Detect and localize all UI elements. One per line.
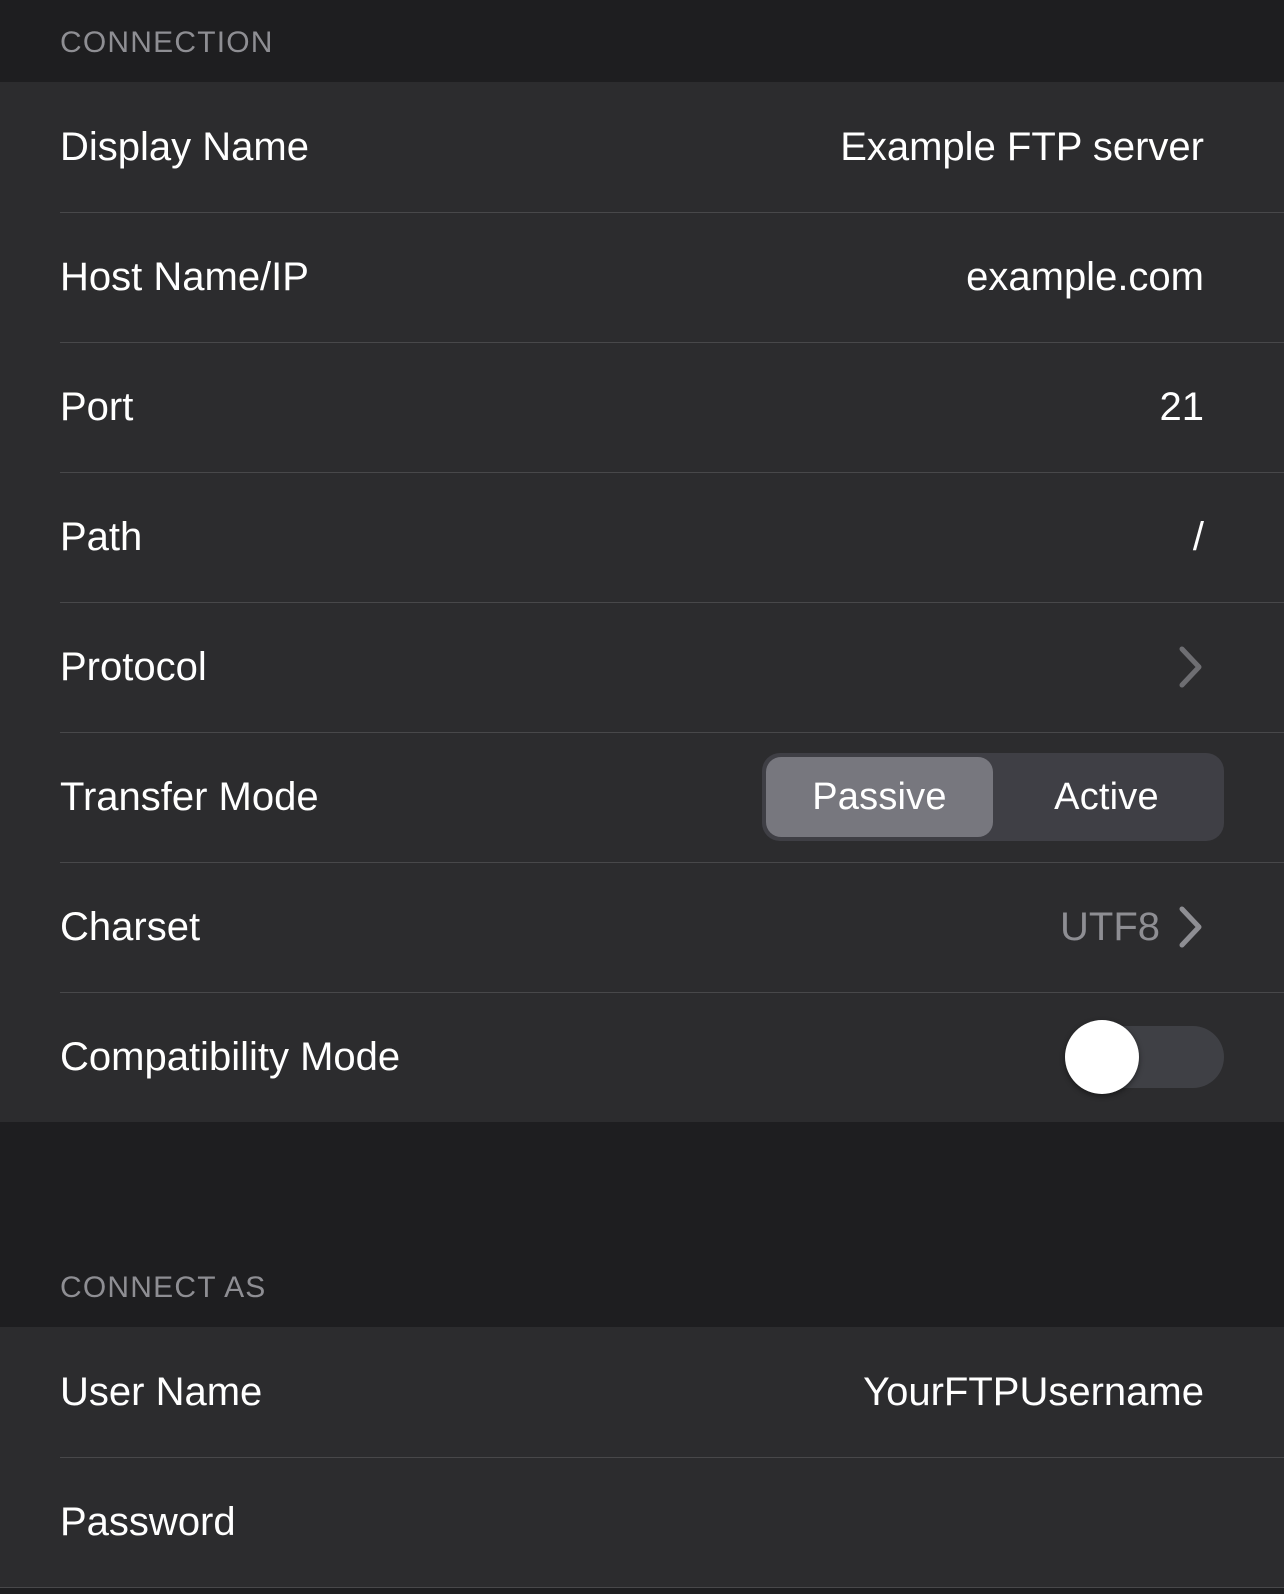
- value-host-name[interactable]: example.com: [966, 257, 1204, 297]
- value-user-name[interactable]: YourFTPUsername: [863, 1372, 1204, 1412]
- connect-as-group: User Name YourFTPUsername Password: [0, 1327, 1284, 1588]
- row-right-compatibility-mode: [1065, 1020, 1224, 1094]
- row-right-charset: UTF8: [1060, 905, 1204, 949]
- row-label-path: Path: [60, 515, 143, 559]
- row-password[interactable]: Password: [0, 1457, 1284, 1587]
- row-right-port: 21: [1160, 387, 1205, 427]
- row-right-display-name: Example FTP server: [840, 127, 1204, 167]
- section-header-connection: CONNECTION: [0, 0, 1284, 82]
- value-display-name[interactable]: Example FTP server: [840, 127, 1204, 167]
- row-label-compatibility-mode: Compatibility Mode: [60, 1035, 401, 1079]
- row-label-user-name: User Name: [60, 1370, 263, 1414]
- row-right-user-name: YourFTPUsername: [863, 1372, 1204, 1412]
- section-header-connect-as: CONNECT AS: [0, 1122, 1284, 1327]
- row-label-password: Password: [60, 1500, 236, 1544]
- row-compatibility-mode[interactable]: Compatibility Mode: [0, 992, 1284, 1122]
- value-port[interactable]: 21: [1160, 387, 1205, 427]
- chevron-right-icon: [1179, 906, 1202, 948]
- chevron-right-icon: [1179, 646, 1202, 688]
- row-path[interactable]: Path /: [0, 472, 1284, 602]
- value-path[interactable]: /: [1193, 517, 1204, 557]
- section-header-label: CONNECT AS: [60, 1271, 267, 1304]
- settings-screen: CONNECTION Display Name Example FTP serv…: [0, 0, 1284, 1594]
- row-port[interactable]: Port 21: [0, 342, 1284, 472]
- row-right-protocol: [1160, 645, 1204, 689]
- row-right-host-name: example.com: [966, 257, 1204, 297]
- row-label-transfer-mode: Transfer Mode: [60, 775, 319, 819]
- row-protocol[interactable]: Protocol: [0, 602, 1284, 732]
- row-host-name[interactable]: Host Name/IP example.com: [0, 212, 1284, 342]
- segment-passive[interactable]: Passive: [766, 757, 993, 837]
- row-label-port: Port: [60, 385, 134, 429]
- row-charset[interactable]: Charset UTF8: [0, 862, 1284, 992]
- row-label-charset: Charset: [60, 905, 201, 949]
- row-user-name[interactable]: User Name YourFTPUsername: [0, 1327, 1284, 1457]
- transfer-mode-segmented-control[interactable]: Passive Active: [762, 753, 1224, 841]
- row-label-protocol: Protocol: [60, 645, 207, 689]
- toggle-knob: [1065, 1020, 1139, 1094]
- row-label-host-name: Host Name/IP: [60, 255, 309, 299]
- section-header-label: CONNECTION: [60, 26, 274, 59]
- row-label-display-name: Display Name: [60, 125, 309, 169]
- row-display-name[interactable]: Display Name Example FTP server: [0, 82, 1284, 212]
- row-right-path: /: [1193, 517, 1204, 557]
- value-charset: UTF8: [1060, 905, 1160, 949]
- row-right-transfer-mode: Passive Active: [762, 753, 1224, 841]
- segment-active[interactable]: Active: [993, 757, 1220, 837]
- compatibility-mode-toggle[interactable]: [1065, 1020, 1224, 1094]
- connection-group: Display Name Example FTP server Host Nam…: [0, 82, 1284, 1122]
- row-transfer-mode[interactable]: Transfer Mode Passive Active: [0, 732, 1284, 862]
